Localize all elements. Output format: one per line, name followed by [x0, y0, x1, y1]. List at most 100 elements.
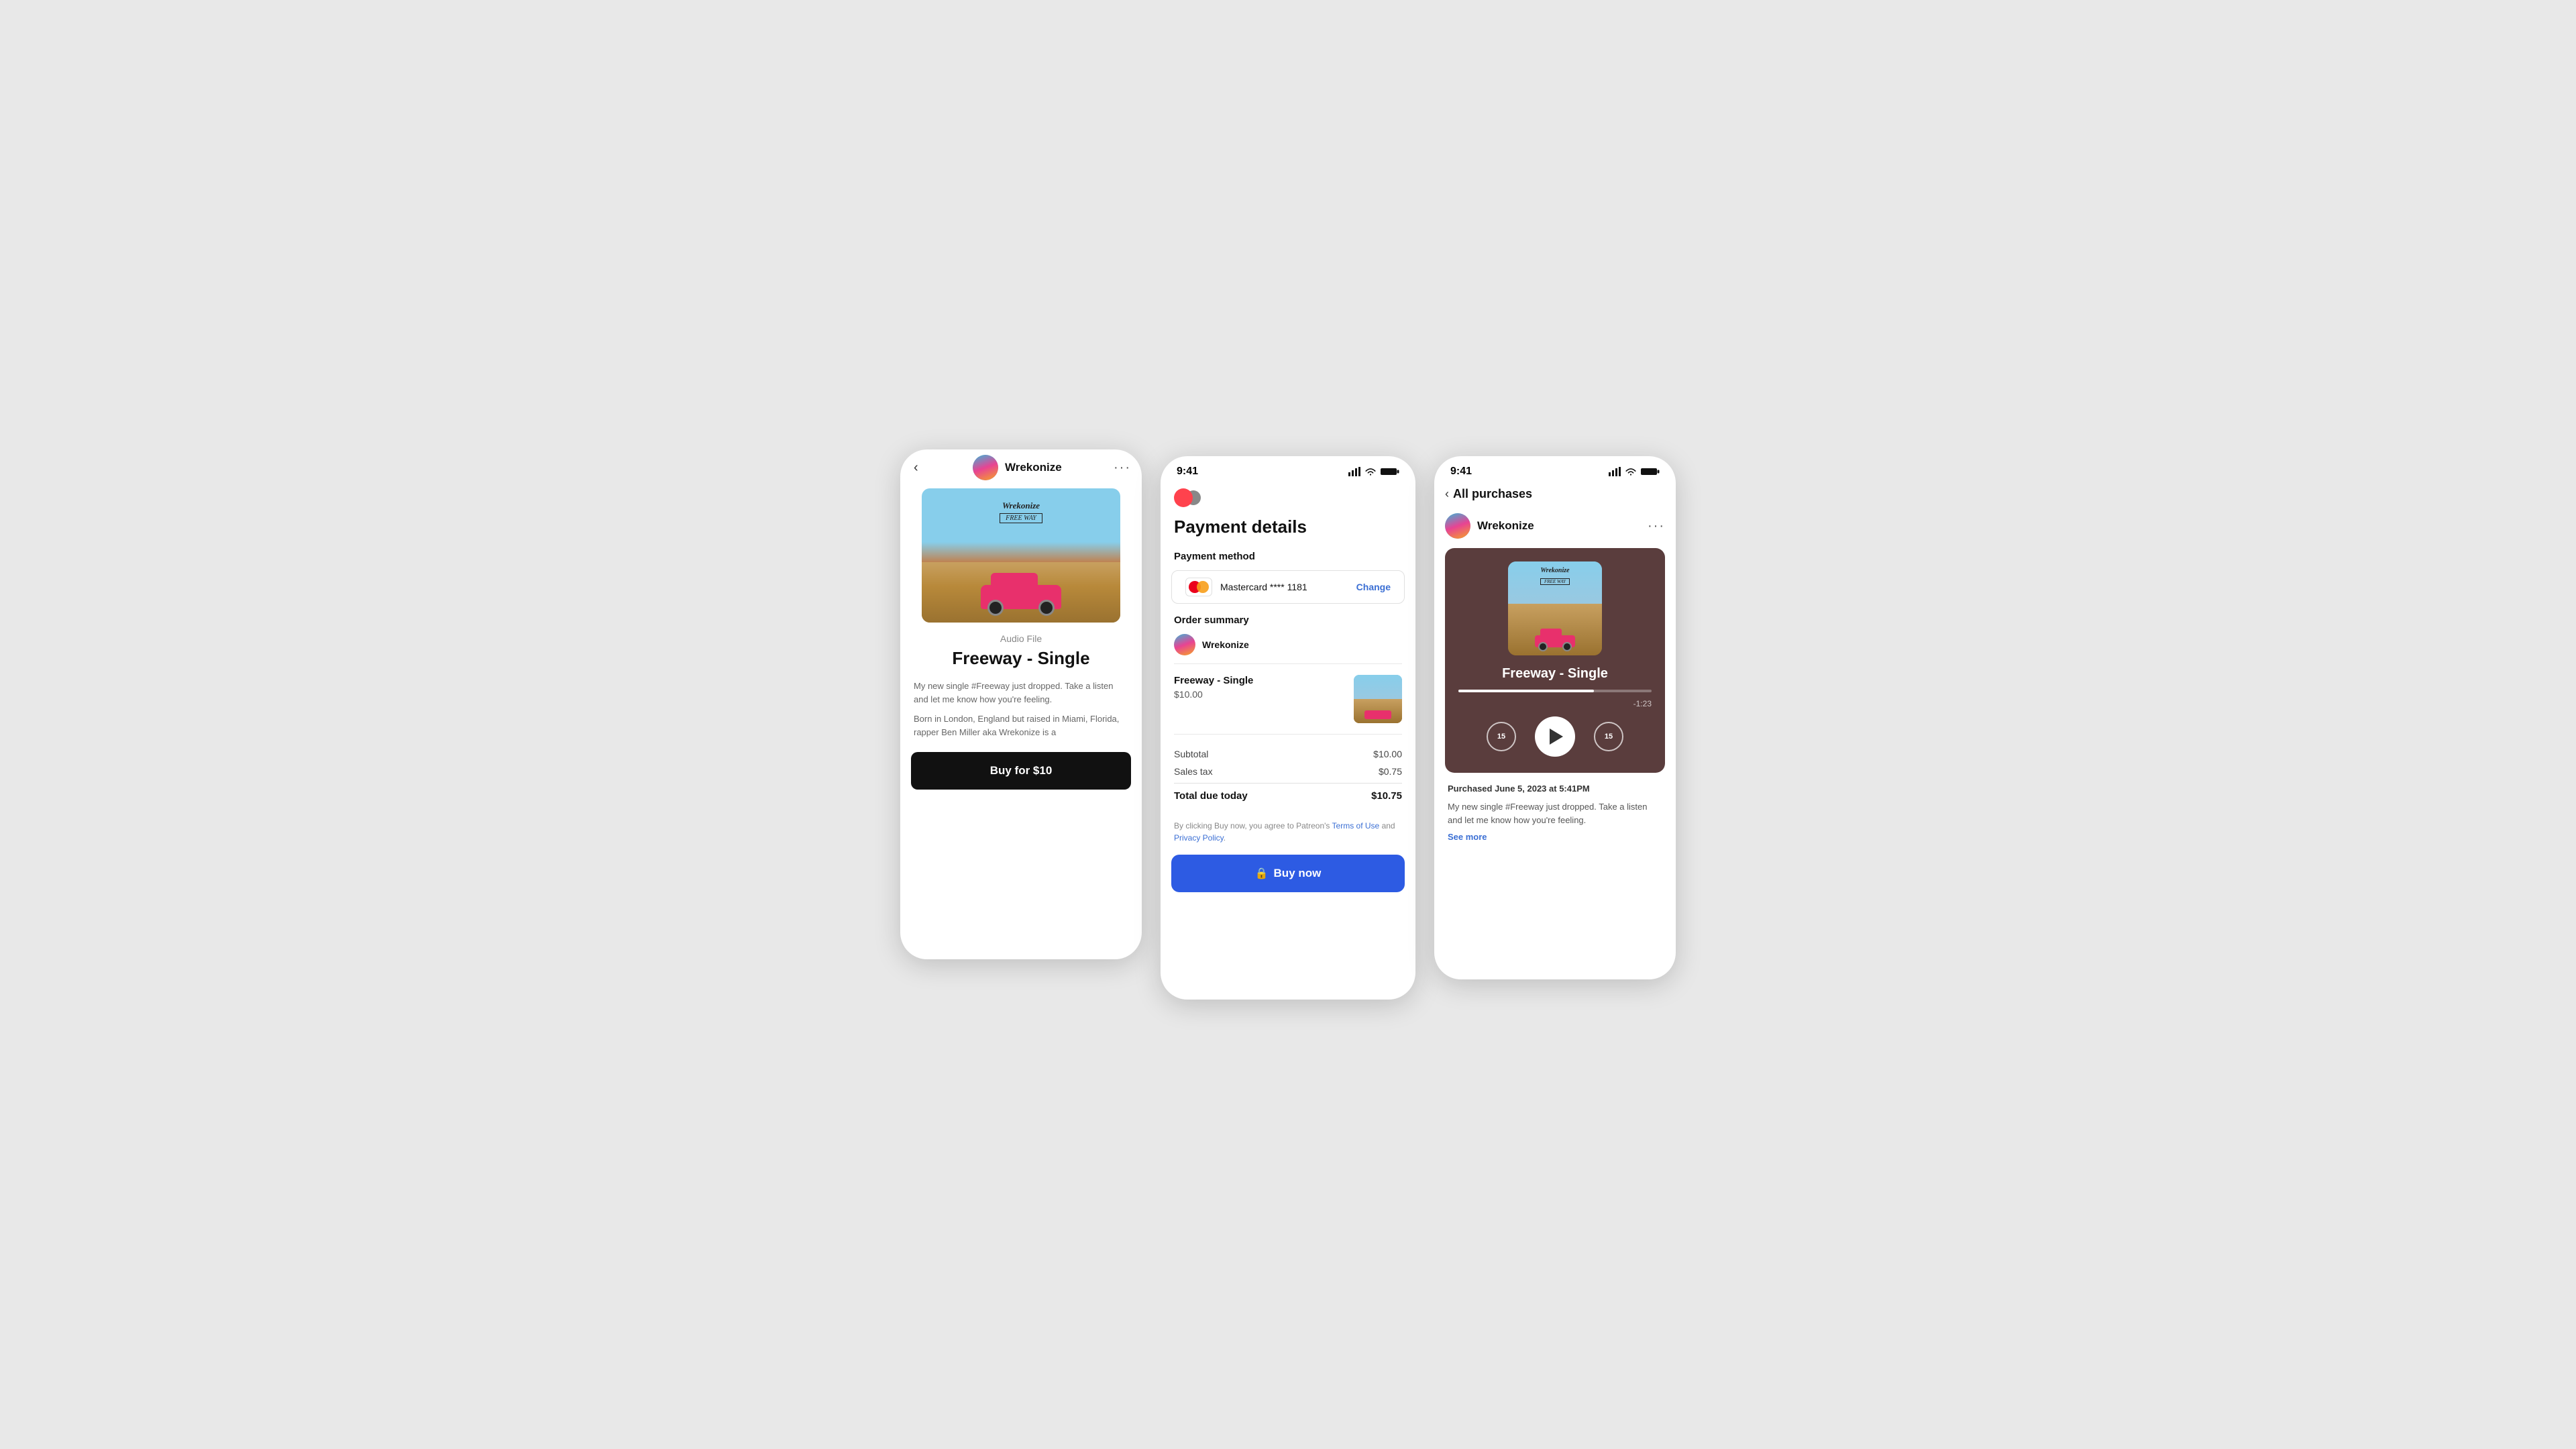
play-button[interactable]	[1535, 716, 1575, 757]
track-title: Freeway - Single	[900, 648, 1142, 669]
avatar-image-3	[1445, 513, 1470, 539]
rewind-button[interactable]: 15	[1487, 722, 1516, 751]
patreon-logo	[1161, 483, 1415, 507]
order-summary-section: Order summary Wrekonize Freeway - Single…	[1161, 614, 1415, 810]
order-creator-row: Wrekonize	[1174, 634, 1402, 655]
summary-totals: Subtotal $10.00 Sales tax $0.75 Total du…	[1174, 740, 1402, 810]
status-time-2: 9:41	[1177, 466, 1198, 478]
player-controls: 15 15	[1445, 708, 1665, 759]
legal-and: and	[1379, 821, 1395, 830]
thumb-sky	[1354, 675, 1402, 702]
buy-button[interactable]: Buy for $10	[911, 752, 1131, 790]
patreon-circle-red	[1174, 488, 1193, 507]
back-button[interactable]: ‹	[911, 458, 921, 478]
legal-text-before: By clicking Buy now, you agree to Patreo…	[1174, 821, 1332, 830]
back-chevron[interactable]: ‹	[1445, 487, 1449, 501]
signal-icon	[1348, 467, 1360, 476]
creator-avatar-3	[1445, 513, 1470, 539]
player-wheel-right	[1562, 642, 1572, 651]
subtotal-value: $10.00	[1373, 749, 1402, 759]
divider-2	[1174, 734, 1402, 735]
player-wheel-left	[1538, 642, 1548, 651]
screen-product: ‹ Wrekonize ··· Wrekonize FREE WAY	[900, 449, 1142, 959]
player-car-body	[1535, 635, 1575, 647]
tax-value: $0.75	[1379, 766, 1402, 777]
buy-now-label: Buy now	[1274, 867, 1322, 880]
tax-label: Sales tax	[1174, 766, 1213, 777]
audio-label: Audio File	[900, 633, 1142, 644]
track-description-1: My new single #Freeway just dropped. Tak…	[900, 680, 1142, 706]
wheel-right	[1038, 600, 1055, 616]
forward-button[interactable]: 15	[1594, 722, 1623, 751]
forward-label: 15	[1605, 733, 1613, 741]
divider-1	[1174, 663, 1402, 664]
battery-icon-3	[1641, 467, 1660, 476]
cover-art: Wrekonize FREE WAY	[922, 488, 1120, 623]
total-label: Total due today	[1174, 790, 1248, 802]
status-bar-2: 9:41	[1161, 456, 1415, 483]
creator-name: Wrekonize	[1005, 461, 1062, 474]
wifi-icon	[1364, 467, 1377, 476]
car-body	[981, 585, 1061, 609]
creator-info-3: Wrekonize	[1445, 513, 1534, 539]
player-album-art: Wrekonize FREE WAY	[1508, 561, 1602, 655]
subtotal-row: Subtotal $10.00	[1174, 745, 1402, 763]
music-player: Wrekonize FREE WAY Freeway - Single	[1445, 548, 1665, 773]
rewind-label: 15	[1497, 733, 1505, 741]
signal-icon-3	[1609, 467, 1621, 476]
total-row: Total due today $10.75	[1174, 783, 1402, 805]
car-top	[991, 573, 1038, 588]
time-remaining: -1:23	[1633, 699, 1652, 708]
progress-time: -1:23	[1445, 696, 1665, 708]
screen1-header: ‹ Wrekonize ···	[900, 449, 1142, 488]
status-icons-3	[1609, 467, 1660, 476]
progress-bar-wrap[interactable]	[1445, 690, 1665, 692]
more-button-3[interactable]: ···	[1648, 519, 1665, 534]
payment-title: Payment details	[1161, 507, 1415, 551]
more-button[interactable]: ···	[1114, 460, 1131, 476]
screen-purchases: 9:41 ‹ All	[1434, 456, 1676, 979]
creator-info: Wrekonize	[973, 455, 1062, 480]
total-value: $10.75	[1371, 790, 1402, 802]
status-bar-3: 9:41	[1434, 456, 1676, 483]
item-details: Freeway - Single $10.00	[1174, 675, 1346, 700]
status-icons-2	[1348, 467, 1399, 476]
change-button[interactable]: Change	[1356, 582, 1391, 592]
player-car	[1535, 635, 1575, 647]
order-summary-label: Order summary	[1174, 614, 1402, 626]
mastercard-icon	[1185, 578, 1212, 596]
order-creator-avatar	[1174, 634, 1195, 655]
wifi-icon-3	[1625, 467, 1637, 476]
screen-payment: 9:41	[1161, 456, 1415, 1000]
privacy-link[interactable]: Privacy Policy	[1174, 833, 1224, 843]
patreon-logo-wrap	[1174, 488, 1201, 507]
all-purchases-title: All purchases	[1453, 487, 1532, 501]
item-thumbnail	[1354, 675, 1402, 723]
legal-text: By clicking Buy now, you agree to Patreo…	[1161, 810, 1415, 849]
purchase-description: My new single #Freeway just dropped. Tak…	[1434, 798, 1676, 830]
see-more-link[interactable]: See more	[1434, 830, 1676, 853]
progress-bar-fill	[1458, 690, 1594, 692]
buy-now-button[interactable]: 🔒 Buy now	[1171, 855, 1405, 892]
status-time-3: 9:41	[1450, 466, 1472, 478]
lock-icon: 🔒	[1255, 867, 1269, 880]
card-number: Mastercard **** 1181	[1220, 582, 1307, 592]
battery-icon	[1381, 467, 1399, 476]
track-description-2: Born in London, England but raised in Mi…	[900, 712, 1142, 739]
back-nav: ‹ All purchases	[1434, 483, 1676, 509]
avatar-image	[973, 455, 998, 480]
terms-link[interactable]: Terms of Use	[1332, 821, 1380, 830]
wheel-left	[987, 600, 1004, 616]
cover-logo: Wrekonize	[1000, 500, 1042, 511]
item-price: $10.00	[1174, 689, 1346, 700]
player-logo: Wrekonize FREE WAY	[1508, 567, 1602, 586]
item-row: Freeway - Single $10.00	[1174, 669, 1402, 729]
player-car-top	[1540, 629, 1562, 637]
tax-row: Sales tax $0.75	[1174, 763, 1402, 780]
mc-circle-orange	[1197, 581, 1209, 593]
payment-method-row[interactable]: Mastercard **** 1181 Change	[1171, 570, 1405, 604]
creator-header-3: Wrekonize ···	[1434, 509, 1676, 548]
car-illustration	[981, 585, 1061, 609]
thumb-car	[1364, 710, 1391, 719]
creator-name-3: Wrekonize	[1477, 519, 1534, 533]
